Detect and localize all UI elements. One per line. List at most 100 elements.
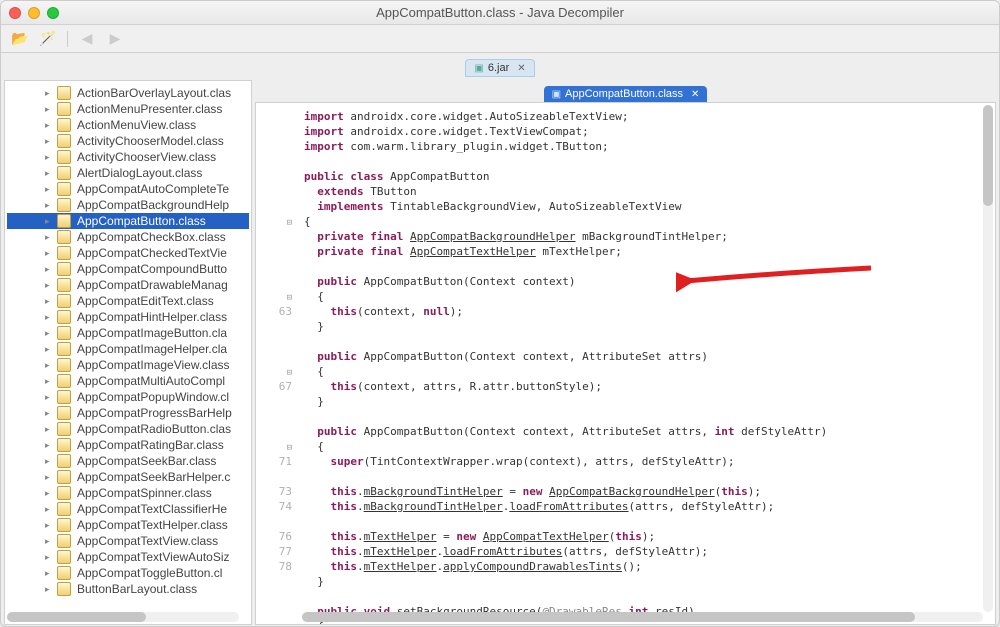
expand-icon[interactable]: ▸ bbox=[45, 328, 50, 339]
tree-item[interactable]: ▸ActivityChooserView.class bbox=[7, 149, 249, 165]
tree-item[interactable]: ▸ AppCompatAutoCompleteTe bbox=[7, 181, 249, 197]
expand-icon[interactable]: ▸ bbox=[45, 536, 50, 547]
class-icon bbox=[57, 390, 71, 404]
tree-item-label: AppCompatMultiAutoCompl bbox=[77, 374, 225, 388]
class-icon bbox=[57, 278, 71, 292]
tree-item[interactable]: ▸ActionBarOverlayLayout.clas bbox=[7, 85, 249, 101]
tree-item-label: AppCompatTextClassifierHe bbox=[77, 502, 227, 516]
expand-icon[interactable]: ▸ bbox=[45, 264, 50, 275]
expand-icon[interactable]: ▸ bbox=[45, 456, 50, 467]
tree-item-label: AppCompatTextHelper.class bbox=[77, 518, 228, 532]
expand-icon[interactable]: ▸ bbox=[45, 184, 50, 195]
tree-item[interactable]: ▸AppCompatSeekBar.class bbox=[7, 453, 249, 469]
tree-item[interactable]: ▸AppCompatBackgroundHelp bbox=[7, 197, 249, 213]
class-icon bbox=[57, 102, 71, 116]
tree-item[interactable]: ▸ActivityChooserModel.class bbox=[7, 133, 249, 149]
class-icon bbox=[57, 86, 71, 100]
forward-icon[interactable]: ▶ bbox=[106, 30, 124, 48]
tree-item[interactable]: ▸AppCompatCheckBox.class bbox=[7, 229, 249, 245]
tree-item[interactable]: ▸ AppCompatDrawableManag bbox=[7, 277, 249, 293]
tree-item-label: AppCompatPopupWindow.cl bbox=[77, 390, 229, 404]
tree-item-label: AppCompatSeekBarHelper.c bbox=[77, 470, 230, 484]
tree-item-label: AppCompatAutoCompleteTe bbox=[77, 182, 229, 196]
tree-item[interactable]: ▸AppCompatHintHelper.class bbox=[7, 309, 249, 325]
class-tree[interactable]: ▸ActionBarOverlayLayout.clas▸ActionMenuP… bbox=[5, 81, 251, 624]
tree-item[interactable]: ▸ButtonBarLayout.class bbox=[7, 581, 249, 597]
editor-vscrollbar[interactable] bbox=[983, 105, 993, 612]
expand-icon[interactable]: ▸ bbox=[45, 232, 50, 243]
tree-item[interactable]: ▸AppCompatEditText.class bbox=[7, 293, 249, 309]
back-icon[interactable]: ◀ bbox=[78, 30, 96, 48]
tree-item[interactable]: ▸AppCompatToggleButton.cl bbox=[7, 565, 249, 581]
wand-icon[interactable]: 🪄 bbox=[39, 30, 57, 48]
expand-icon[interactable]: ▸ bbox=[45, 152, 50, 163]
expand-icon[interactable]: ▸ bbox=[45, 488, 50, 499]
close-editor-tab-icon[interactable]: ✕ bbox=[691, 89, 699, 100]
tree-item[interactable]: ▸AppCompatTextViewAutoSiz bbox=[7, 549, 249, 565]
tree-item[interactable]: ▸ AppCompatSeekBarHelper.c bbox=[7, 469, 249, 485]
expand-icon[interactable]: ▸ bbox=[45, 392, 50, 403]
expand-icon[interactable]: ▸ bbox=[45, 424, 50, 435]
sidebar-hscrollbar[interactable] bbox=[7, 612, 239, 622]
tree-item[interactable]: ▸ AppCompatTextClassifierHe bbox=[7, 501, 249, 517]
editor-tab[interactable]: ▣ AppCompatButton.class ✕ bbox=[544, 86, 708, 102]
expand-icon[interactable]: ▸ bbox=[45, 216, 50, 227]
expand-icon[interactable]: ▸ bbox=[45, 88, 50, 99]
close-tab-icon[interactable]: ✕ bbox=[517, 63, 525, 74]
minimize-window-button[interactable] bbox=[28, 7, 40, 19]
expand-icon[interactable]: ▸ bbox=[45, 296, 50, 307]
expand-icon[interactable]: ▸ bbox=[45, 360, 50, 371]
tree-item-label: AppCompatTextView.class bbox=[77, 534, 218, 548]
tree-item[interactable]: ▸ AppCompatCompoundButto bbox=[7, 261, 249, 277]
class-icon bbox=[57, 406, 71, 420]
jar-tab[interactable]: ▣ 6.jar ✕ bbox=[465, 59, 534, 77]
code-editor[interactable]: ⊟ ⊟ 63⊟ 67⊟ 717374767778⊟ 83⊟ 8485 impor… bbox=[255, 102, 996, 625]
expand-icon[interactable]: ▸ bbox=[45, 344, 50, 355]
window-controls bbox=[9, 7, 59, 19]
expand-icon[interactable]: ▸ bbox=[45, 312, 50, 323]
expand-icon[interactable]: ▸ bbox=[45, 568, 50, 579]
tree-item[interactable]: ▸AppCompatRatingBar.class bbox=[7, 437, 249, 453]
expand-icon[interactable]: ▸ bbox=[45, 280, 50, 291]
tree-item[interactable]: ▸ AppCompatCheckedTextVie bbox=[7, 245, 249, 261]
tree-item[interactable]: ▸ AppCompatPopupWindow.cl bbox=[7, 389, 249, 405]
editor-hscrollbar[interactable] bbox=[302, 612, 983, 622]
expand-icon[interactable]: ▸ bbox=[45, 168, 50, 179]
tree-item[interactable]: ▸AppCompatImageButton.cla bbox=[7, 325, 249, 341]
jar-tabbar: ▣ 6.jar ✕ bbox=[1, 53, 999, 77]
class-icon bbox=[57, 358, 71, 372]
tree-item-label: AppCompatCheckedTextVie bbox=[77, 246, 227, 260]
expand-icon[interactable]: ▸ bbox=[45, 552, 50, 563]
tree-item-label: AppCompatCompoundButto bbox=[77, 262, 227, 276]
open-icon[interactable]: 📂 bbox=[11, 30, 29, 48]
close-window-button[interactable] bbox=[9, 7, 21, 19]
class-icon bbox=[57, 470, 71, 484]
tree-item[interactable]: ▸AppCompatButton.class bbox=[7, 213, 249, 229]
tree-item[interactable]: ▸AppCompatRadioButton.clas bbox=[7, 421, 249, 437]
tree-item[interactable]: ▸ AppCompatTextView.class bbox=[7, 533, 249, 549]
tree-item[interactable]: ▸ActionMenuPresenter.class bbox=[7, 101, 249, 117]
expand-icon[interactable]: ▸ bbox=[45, 136, 50, 147]
tree-item[interactable]: ▸ AppCompatMultiAutoCompl bbox=[7, 373, 249, 389]
tree-item[interactable]: ▸ActionMenuView.class bbox=[7, 117, 249, 133]
tree-item[interactable]: ▸AppCompatImageHelper.cla bbox=[7, 341, 249, 357]
expand-icon[interactable]: ▸ bbox=[45, 440, 50, 451]
expand-icon[interactable]: ▸ bbox=[45, 120, 50, 131]
tree-item[interactable]: ▸AppCompatImageView.class bbox=[7, 357, 249, 373]
tree-item[interactable]: ▸AlertDialogLayout.class bbox=[7, 165, 249, 181]
expand-icon[interactable]: ▸ bbox=[45, 376, 50, 387]
expand-icon[interactable]: ▸ bbox=[45, 584, 50, 595]
expand-icon[interactable]: ▸ bbox=[45, 520, 50, 531]
expand-icon[interactable]: ▸ bbox=[45, 248, 50, 259]
class-icon bbox=[57, 182, 71, 196]
expand-icon[interactable]: ▸ bbox=[45, 408, 50, 419]
tree-item[interactable]: ▸ AppCompatTextHelper.class bbox=[7, 517, 249, 533]
maximize-window-button[interactable] bbox=[47, 7, 59, 19]
expand-icon[interactable]: ▸ bbox=[45, 104, 50, 115]
expand-icon[interactable]: ▸ bbox=[45, 472, 50, 483]
expand-icon[interactable]: ▸ bbox=[45, 200, 50, 211]
expand-icon[interactable]: ▸ bbox=[45, 504, 50, 515]
tree-item[interactable]: ▸AppCompatProgressBarHelp bbox=[7, 405, 249, 421]
tree-item-label: AppCompatDrawableManag bbox=[77, 278, 228, 292]
tree-item[interactable]: ▸AppCompatSpinner.class bbox=[7, 485, 249, 501]
